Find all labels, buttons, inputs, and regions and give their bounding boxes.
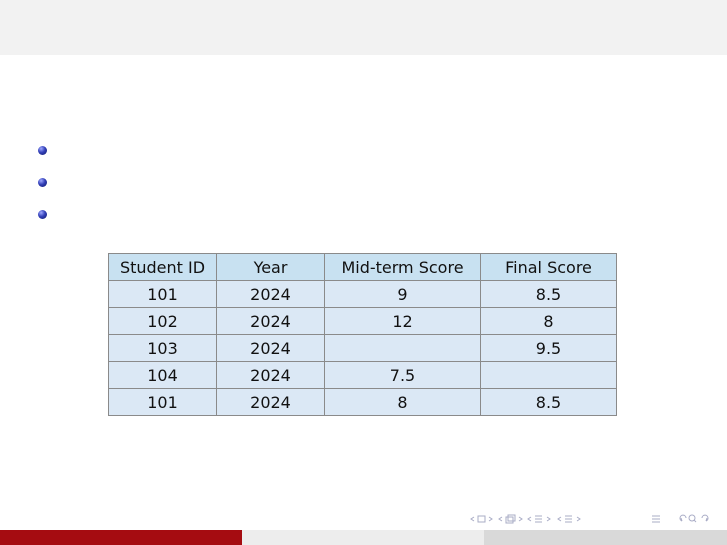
footer-bar-right: [484, 530, 727, 545]
frame-icon[interactable]: [477, 515, 486, 523]
navigation-symbols: [470, 514, 709, 524]
table-row: 103 2024 9.5: [108, 334, 617, 362]
frame-prev-icon[interactable]: [470, 516, 475, 522]
subsubsection-icon[interactable]: [565, 515, 572, 523]
table-cell: 12: [324, 307, 481, 335]
table-cell: 102: [108, 307, 217, 335]
frame-next-icon[interactable]: [488, 516, 493, 522]
section-next-icon[interactable]: [546, 516, 551, 522]
table-cell: 8.5: [480, 280, 617, 308]
footer-bar-left: [0, 530, 242, 545]
column-header-midterm-score: Mid-term Score: [324, 253, 481, 281]
table-cell: 2024: [216, 280, 325, 308]
table-row: 104 2024 7.5: [108, 361, 617, 389]
toc-icon[interactable]: [652, 515, 660, 523]
table-cell: [324, 334, 481, 362]
beamer-navigation-bar: [470, 513, 710, 525]
frame-title-bar: [0, 0, 727, 55]
table-cell: 104: [108, 361, 217, 389]
section-prev-icon[interactable]: [527, 516, 532, 522]
forward-icon[interactable]: [701, 514, 709, 522]
section-icon[interactable]: [535, 515, 542, 523]
subsection-next-icon[interactable]: [518, 516, 523, 522]
table-cell: 8: [480, 307, 617, 335]
back-icon[interactable]: [679, 514, 687, 522]
table-cell: 9: [324, 280, 481, 308]
subsubsection-prev-icon[interactable]: [557, 516, 562, 522]
subsection-prev-icon[interactable]: [498, 516, 503, 522]
table-cell: 8.5: [480, 388, 617, 416]
table-row: 101 2024 9 8.5: [108, 280, 617, 308]
table-cell: 101: [108, 280, 217, 308]
table-cell: 8: [324, 388, 481, 416]
table-cell: [480, 361, 617, 389]
bullet-icon: [38, 210, 47, 219]
table-cell: 103: [108, 334, 217, 362]
table-cell: 2024: [216, 334, 325, 362]
table-cell: 7.5: [324, 361, 481, 389]
table-cell: 2024: [216, 307, 325, 335]
footer-bar-middle: [242, 530, 484, 545]
column-header-student-id: Student ID: [108, 253, 217, 281]
column-header-year: Year: [216, 253, 325, 281]
table-cell: 2024: [216, 388, 325, 416]
scores-table: Student ID Year Mid-term Score Final Sco…: [108, 253, 617, 416]
table-header-row: Student ID Year Mid-term Score Final Sco…: [108, 253, 617, 281]
table-cell: 101: [108, 388, 217, 416]
bullet-icon: [38, 146, 47, 155]
table-cell: 9.5: [480, 334, 617, 362]
bullet-icon: [38, 178, 47, 187]
subsubsection-next-icon[interactable]: [576, 516, 581, 522]
table-cell: 2024: [216, 361, 325, 389]
search-icon[interactable]: [688, 514, 697, 523]
subsection-icon[interactable]: [505, 514, 516, 524]
table-row: 102 2024 12 8: [108, 307, 617, 335]
table-row: 101 2024 8 8.5: [108, 388, 617, 416]
column-header-final-score: Final Score: [480, 253, 617, 281]
